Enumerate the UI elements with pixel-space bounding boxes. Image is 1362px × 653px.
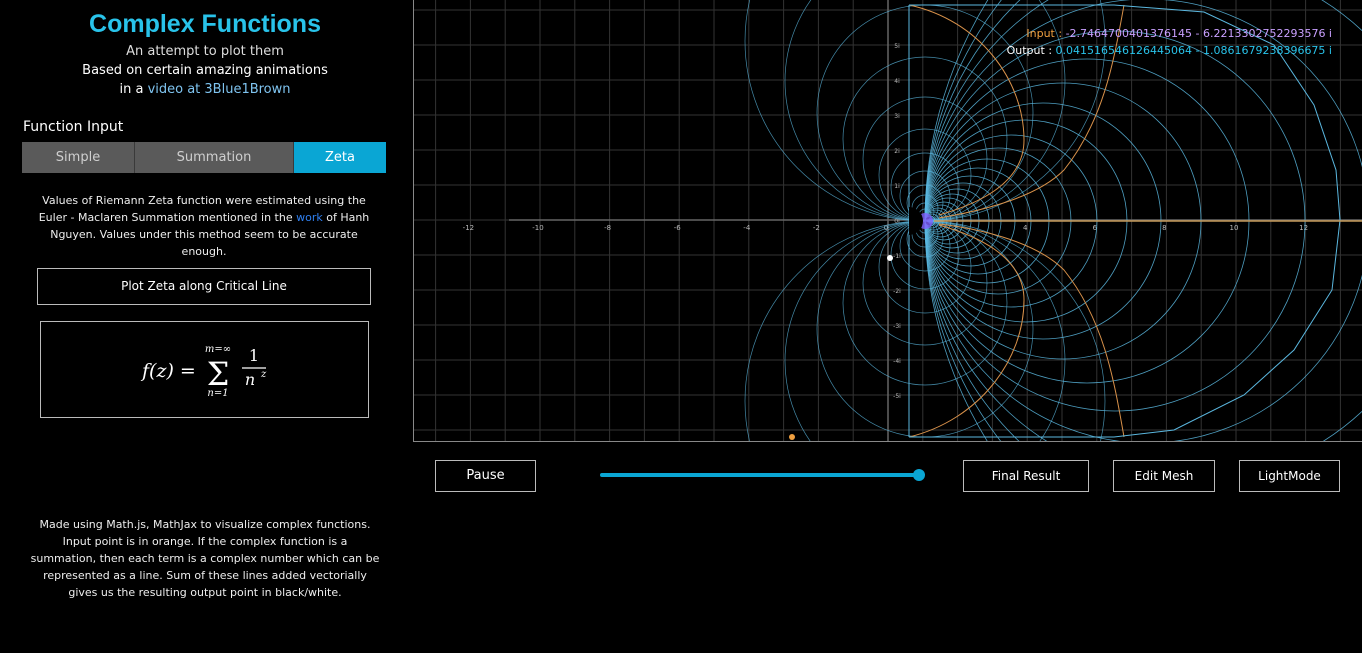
output-point xyxy=(887,255,893,261)
subtitle-animations: Based on certain amazing animations xyxy=(82,63,328,78)
formula-exponent: z xyxy=(260,369,267,380)
formula-numerator: 1 xyxy=(249,346,259,365)
y-tick-label: -2i xyxy=(893,288,901,295)
work-link[interactable]: work xyxy=(296,211,323,224)
pause-button[interactable]: Pause xyxy=(435,460,536,492)
subtitle: An attempt to plot them xyxy=(126,44,284,59)
function-input-label: Function Input xyxy=(23,119,124,135)
sidebar: Complex Functions An attempt to plot the… xyxy=(0,0,410,653)
light-mode-button[interactable]: LightMode xyxy=(1239,460,1340,492)
formula-sum-lower: n=1 xyxy=(207,388,228,399)
function-tabs: Simple Summation Zeta xyxy=(22,142,386,173)
output-value: 0.041516546126445064 - 1.086167923839667… xyxy=(1055,44,1332,57)
y-tick-label: -5i xyxy=(893,393,901,400)
subtitle-video: in a video at 3Blue1Brown xyxy=(0,82,410,97)
progress-slider-thumb[interactable] xyxy=(913,469,925,481)
complex-plot[interactable]: -12 -10 -8 -6 -4 -2 0 2 4 6 8 10 12 5i 4i 3i 2i 1i 0i -1i -2… xyxy=(413,0,1362,442)
tab-summation[interactable]: Summation xyxy=(135,142,294,173)
edit-mesh-button[interactable]: Edit Mesh xyxy=(1113,460,1215,492)
x-tick-label: -6 xyxy=(674,224,682,232)
y-tick-label: 1i xyxy=(894,183,900,190)
y-tick-label: 5i xyxy=(894,43,900,50)
mesh-circle-imag xyxy=(744,220,1106,441)
input-label: Input : xyxy=(1026,27,1063,40)
x-tick-label: 12 xyxy=(1299,224,1308,232)
x-tick-label: -12 xyxy=(463,224,474,232)
page-title: Complex Functions xyxy=(89,10,321,38)
output-label: Output : xyxy=(1006,44,1053,57)
x-tick-label: 8 xyxy=(1162,224,1166,232)
y-tick-label: -4i xyxy=(893,358,901,365)
input-point xyxy=(789,434,795,440)
x-tick-label: -10 xyxy=(532,224,543,232)
tab-simple[interactable]: Simple xyxy=(22,142,135,173)
video-link[interactable]: video at 3Blue1Brown xyxy=(148,82,291,97)
footer-text: Made using Math.js, MathJax to visualize… xyxy=(30,518,380,599)
plot-critical-line-button[interactable]: Plot Zeta along Critical Line xyxy=(37,268,371,305)
tab-zeta[interactable]: Zeta xyxy=(294,142,386,173)
x-tick-label: -8 xyxy=(604,224,611,232)
plot-canvas: -12 -10 -8 -6 -4 -2 0 2 4 6 8 10 125i4i3i2i1i0i-1i-2… xyxy=(414,0,1362,441)
output-readout: Output : 0.041516546126445064 - 1.086167… xyxy=(1007,44,1332,57)
formula-sum-upper: m=∞ xyxy=(205,344,231,355)
y-tick-label: 2i xyxy=(894,148,900,155)
y-tick-label: -1i xyxy=(893,253,901,260)
y-tick-label: 3i xyxy=(894,113,900,120)
x-tick-label: -4 xyxy=(743,224,751,232)
mesh-circle-imag xyxy=(842,56,1008,222)
input-readout: Input : -2.7464700401376145 - 6.22133027… xyxy=(1026,27,1332,40)
formula: f(z) = m=∞ Σ n=1 1 n z xyxy=(140,344,267,399)
formula-denominator: n xyxy=(245,370,255,389)
x-tick-label: 4 xyxy=(1023,224,1028,232)
mesh-circle-imag xyxy=(784,220,1066,441)
input-value: -2.7464700401376145 - 6.2213302752293576… xyxy=(1065,27,1332,40)
x-tick-label: -2 xyxy=(813,224,820,232)
x-tick-label: 10 xyxy=(1230,224,1239,232)
y-tick-label: -3i xyxy=(893,323,901,330)
mesh-circle-imag xyxy=(784,0,1066,222)
progress-slider-track[interactable] xyxy=(600,473,920,477)
pole-marker xyxy=(909,207,923,235)
formula-box: f(z) = m=∞ Σ n=1 1 n z xyxy=(40,321,369,418)
subtitle-video-pre: in a xyxy=(119,82,144,97)
y-tick-label: 4i xyxy=(894,78,900,85)
final-result-button[interactable]: Final Result xyxy=(963,460,1089,492)
zeta-description: Values of Riemann Zeta function were est… xyxy=(38,192,370,260)
formula-lhs: f(z) = xyxy=(140,360,196,382)
